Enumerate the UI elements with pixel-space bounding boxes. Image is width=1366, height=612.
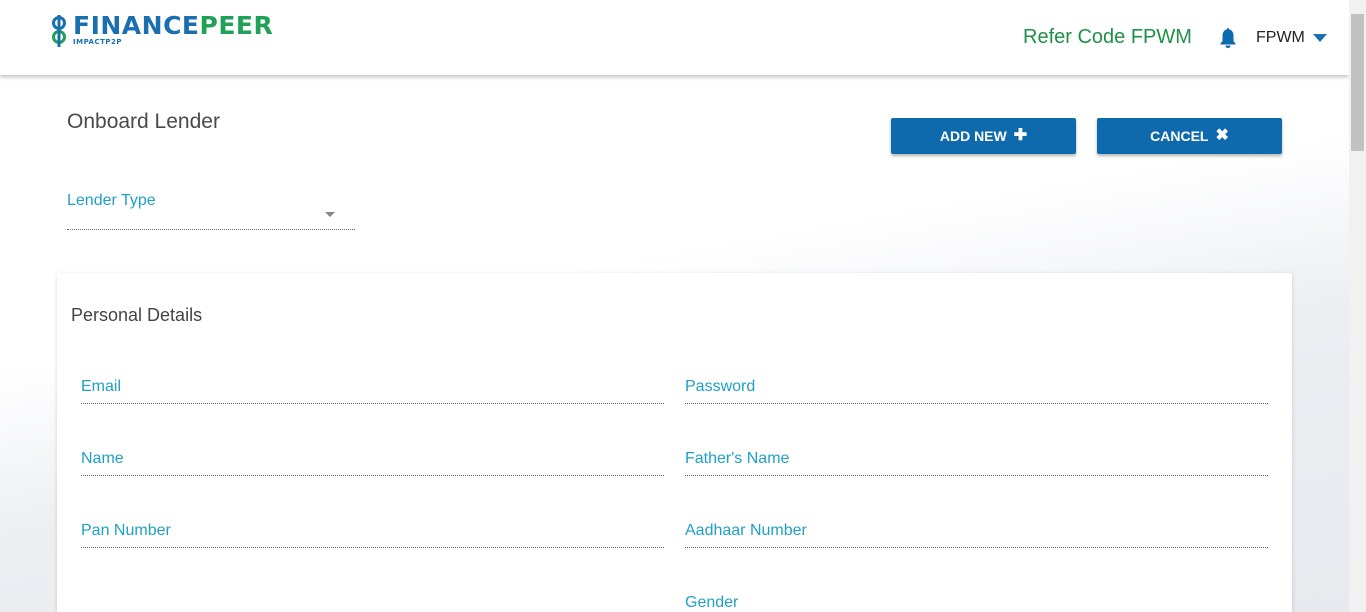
main-content: Onboard Lender ADD NEW ✚ CANCEL ✖ Lender… — [0, 0, 1349, 612]
add-new-button[interactable]: ADD NEW ✚ — [891, 118, 1076, 154]
fathers-name-field[interactable]: Father's Name — [685, 450, 1268, 476]
gender-field[interactable]: Gender — [685, 594, 1268, 612]
logo-wordmark: FINANCEPEER — [73, 11, 274, 40]
scrollbar-thumb[interactable] — [1351, 14, 1364, 151]
financepeer-logo[interactable]: FINANCEPEER IMPACTP2P — [48, 13, 273, 49]
cancel-label: CANCEL — [1150, 128, 1209, 144]
plus-icon: ✚ — [1013, 127, 1028, 144]
close-icon: ✖ — [1215, 127, 1229, 144]
logo-text: FINANCEPEER IMPACTP2P — [73, 11, 274, 47]
refer-code-text: Refer Code FPWM — [1023, 26, 1192, 48]
add-new-label: ADD NEW — [939, 128, 1007, 144]
pan-number-label: Pan Number — [81, 522, 171, 539]
lender-type-select[interactable]: Lender Type — [67, 192, 355, 230]
cancel-button[interactable]: CANCEL ✖ — [1097, 118, 1282, 154]
name-field[interactable]: Name — [81, 450, 664, 476]
email-label: Email — [81, 378, 122, 395]
password-label: Password — [685, 378, 756, 395]
fathers-name-label: Father's Name — [685, 450, 790, 467]
email-field[interactable]: Email — [81, 378, 664, 404]
user-name: FPWM — [1256, 29, 1305, 46]
page-title: Onboard Lender — [67, 110, 220, 133]
lender-type-label: Lender Type — [67, 192, 156, 209]
top-header: FINANCEPEER IMPACTP2P Refer Code FPWM FP… — [0, 0, 1349, 75]
user-menu[interactable]: FPWM — [1256, 29, 1327, 47]
name-label: Name — [81, 450, 124, 467]
pan-number-field[interactable]: Pan Number — [81, 522, 664, 548]
password-field[interactable]: Password — [685, 378, 1268, 404]
gender-label: Gender — [685, 594, 739, 611]
aadhaar-number-label: Aadhaar Number — [685, 522, 807, 539]
personal-details-title: Personal Details — [71, 305, 203, 325]
personal-details-card: Personal Details Email Password Name Fat… — [57, 273, 1292, 612]
dropdown-arrow-icon — [325, 212, 335, 217]
caret-down-icon — [1312, 34, 1327, 42]
aadhaar-number-field[interactable]: Aadhaar Number — [685, 522, 1268, 548]
logo-mark-icon — [52, 15, 66, 47]
bell-icon[interactable] — [1218, 27, 1238, 49]
